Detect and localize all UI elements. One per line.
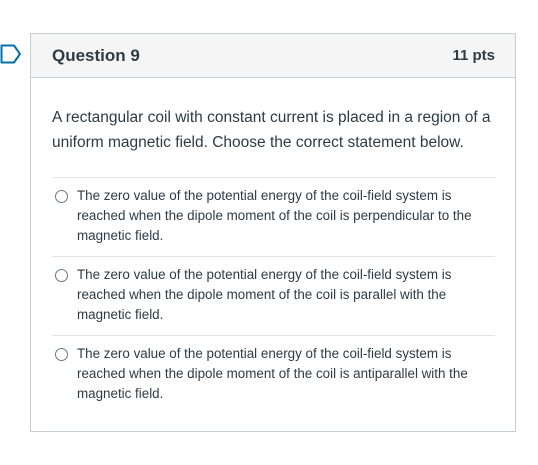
answer-label: The zero value of the potential energy o… [77,346,468,401]
answer-option-3[interactable]: The zero value of the potential energy o… [52,335,495,414]
answer-option-2[interactable]: The zero value of the potential energy o… [52,256,495,335]
question-header: Question 9 11 pts [31,34,515,78]
question-card: Question 9 11 pts A rectangular coil wit… [30,33,516,432]
radio-button-icon[interactable] [55,348,68,361]
radio-button-icon[interactable] [55,190,68,203]
radio-button-icon[interactable] [55,269,68,282]
quiz-page: Question 9 11 pts A rectangular coil wit… [0,0,538,465]
question-points: 11 pts [452,47,495,64]
question-title: Question 9 [52,45,140,65]
answer-option-1[interactable]: The zero value of the potential energy o… [52,177,495,256]
flag-question-icon[interactable] [0,44,22,64]
answer-label: The zero value of the potential energy o… [77,267,452,322]
answer-label: The zero value of the potential energy o… [77,188,472,243]
answer-list: The zero value of the potential energy o… [52,177,495,414]
question-text: A rectangular coil with constant current… [52,109,491,151]
